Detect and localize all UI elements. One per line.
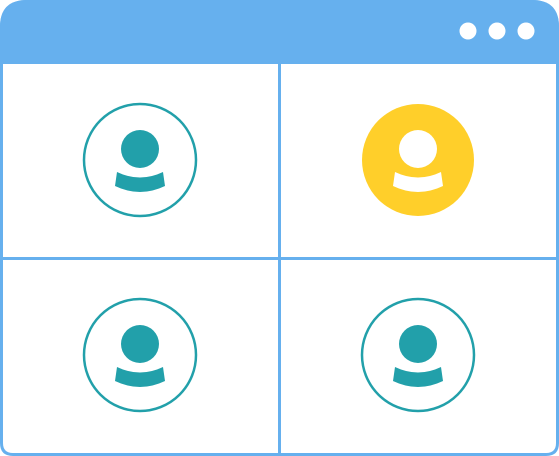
more-dots-icon: [459, 22, 477, 40]
participant-tile[interactable]: [360, 297, 476, 413]
video-call-window: [0, 0, 559, 456]
more-options-button[interactable]: [459, 22, 535, 40]
participant-tile[interactable]: [82, 297, 198, 413]
participant-tile[interactable]: [82, 102, 198, 218]
more-dots-icon: [517, 22, 535, 40]
more-dots-icon: [488, 22, 506, 40]
participant-tile[interactable]: [362, 104, 474, 216]
